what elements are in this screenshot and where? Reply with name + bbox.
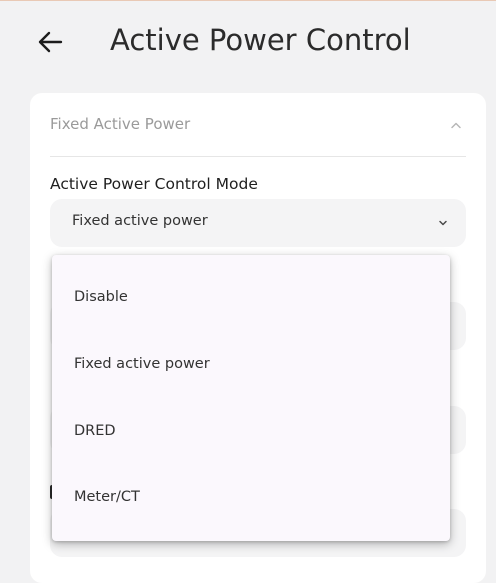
section-title: Fixed Active Power xyxy=(50,115,191,133)
dropdown-option-label: Meter/CT xyxy=(74,489,140,505)
chevron-up-icon xyxy=(451,122,461,129)
section-divider xyxy=(50,156,466,157)
arrow-left-icon xyxy=(38,31,63,53)
dropdown-option-meter-ct[interactable]: Meter/CT xyxy=(52,471,450,527)
dropdown-option-label: Fixed active power xyxy=(74,356,210,372)
dropdown-option-dred[interactable]: DRED xyxy=(52,405,450,461)
app-header: Active Power Control xyxy=(0,0,496,90)
collapse-button[interactable] xyxy=(442,111,470,139)
page-title: Active Power Control xyxy=(110,23,411,57)
dropdown-option-label: Disable xyxy=(74,289,128,305)
mode-select[interactable]: Fixed active power xyxy=(50,199,466,247)
back-button[interactable] xyxy=(30,22,70,62)
dropdown-option-label: DRED xyxy=(74,423,116,439)
section-header[interactable]: Fixed Active Power xyxy=(30,93,486,157)
dropdown-option-fixed-active-power[interactable]: Fixed active power xyxy=(52,338,450,394)
mode-dropdown-menu: Disable Fixed active power DRED Meter/CT xyxy=(52,255,450,541)
mode-select-value: Fixed active power xyxy=(72,213,208,229)
chevron-down-icon xyxy=(439,220,447,226)
mode-field-label: Active Power Control Mode xyxy=(50,175,258,193)
dropdown-option-disable[interactable]: Disable xyxy=(52,271,450,327)
